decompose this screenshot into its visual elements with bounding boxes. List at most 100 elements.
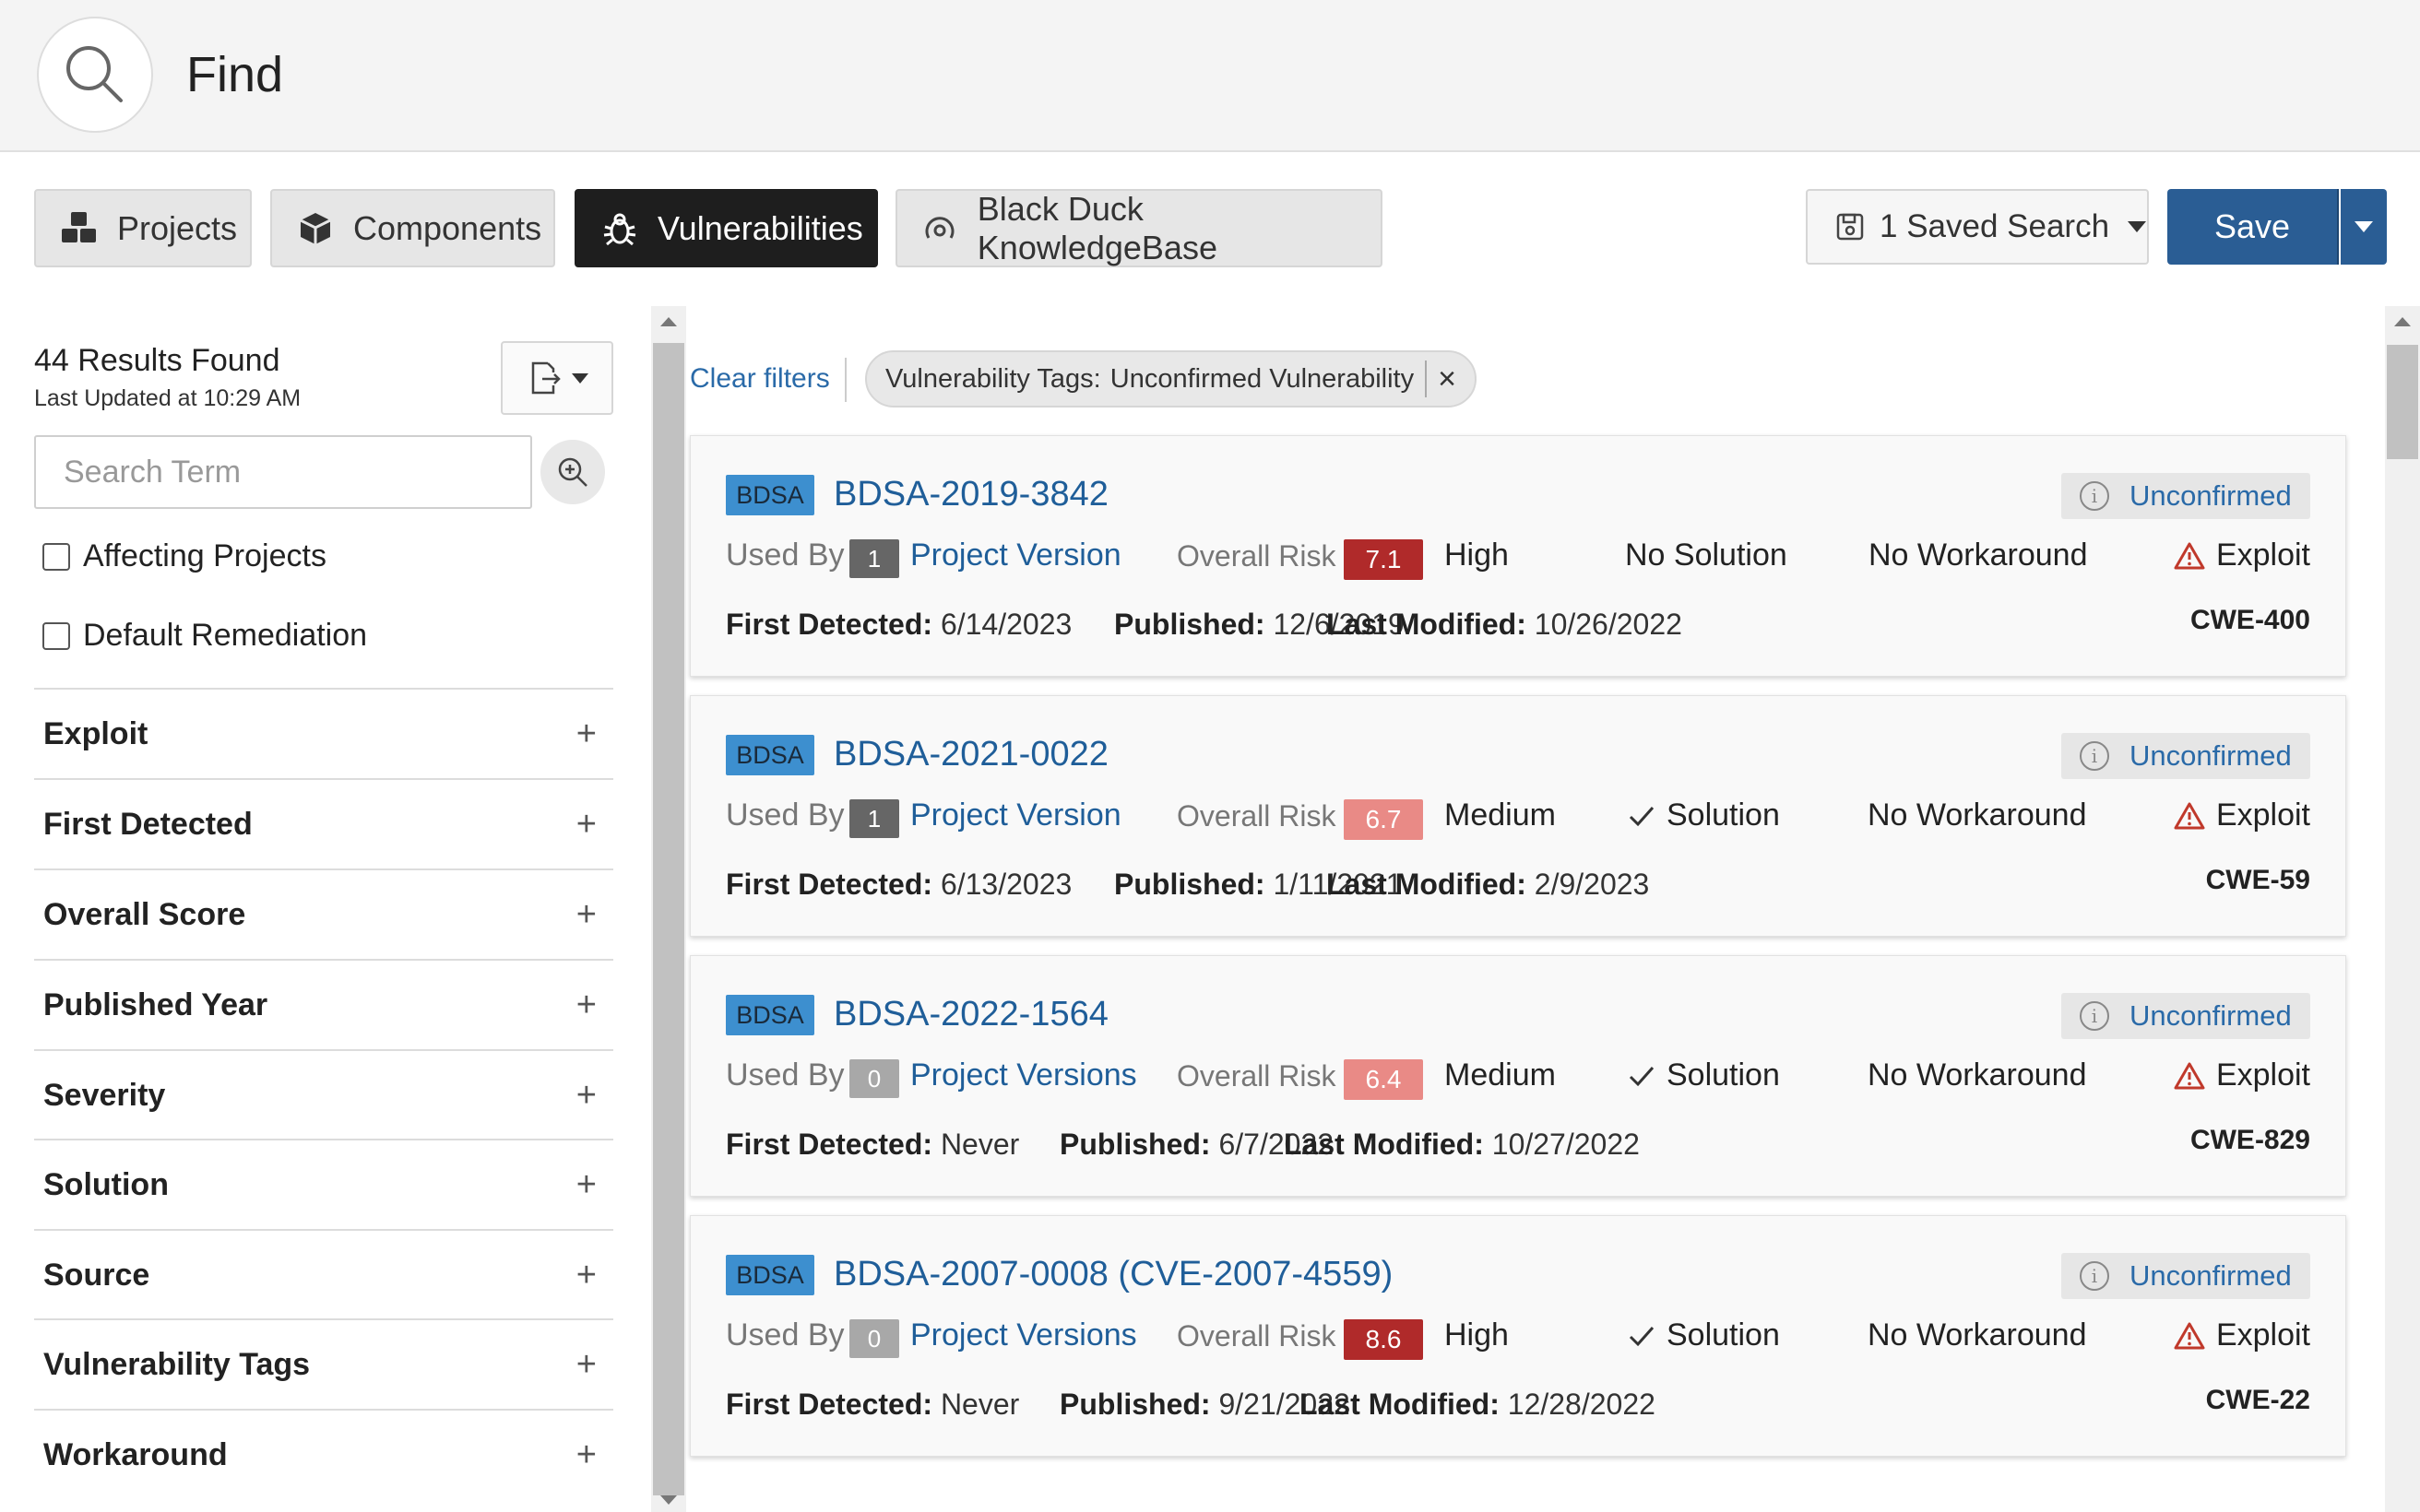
tag-label: Unconfirmed xyxy=(2129,739,2292,772)
scroll-up-icon[interactable] xyxy=(660,317,677,326)
close-icon[interactable]: × xyxy=(1438,361,1456,397)
project-version-link[interactable]: Project Version xyxy=(910,537,1121,573)
used-by-count-badge: 1 xyxy=(849,539,899,578)
plus-icon[interactable]: + xyxy=(576,805,597,845)
first-detected-value: Never xyxy=(940,1388,1020,1421)
vulnerability-id-link[interactable]: BDSA-2007-0008 (CVE-2007-4559) xyxy=(834,1255,1393,1294)
caret-down-icon xyxy=(572,372,588,384)
last-modified-value: 10/26/2022 xyxy=(1534,608,1682,641)
plus-icon[interactable]: + xyxy=(576,1256,597,1295)
source-badge: BDSA xyxy=(726,735,814,775)
first-detected-label: First Detected: xyxy=(726,1128,933,1161)
save-button[interactable]: Save xyxy=(2167,189,2339,265)
vulnerability-card[interactable]: BDSA BDSA-2021-0022 i Unconfirmed Used B… xyxy=(690,695,2346,937)
last-modified-value: 10/27/2022 xyxy=(1491,1128,1640,1161)
unconfirmed-tag[interactable]: i Unconfirmed xyxy=(2061,473,2310,519)
search-icon[interactable] xyxy=(37,17,153,133)
saved-search-dropdown[interactable]: 1 Saved Search xyxy=(1806,189,2149,265)
first-detected-value: 6/13/2023 xyxy=(940,868,1073,901)
saved-search-label: 1 Saved Search xyxy=(1880,208,2110,244)
sidebar-scrollbar[interactable] xyxy=(651,306,686,1512)
plus-icon[interactable]: + xyxy=(576,986,597,1025)
plus-icon[interactable]: + xyxy=(576,1165,597,1205)
floppy-icon xyxy=(1835,212,1865,242)
tab-black-duck-knowledgebase[interactable]: Black Duck KnowledgeBase xyxy=(896,189,1382,267)
unconfirmed-tag[interactable]: i Unconfirmed xyxy=(2061,993,2310,1039)
scrollbar-thumb[interactable] xyxy=(653,343,684,1495)
workaround-status: No Workaround xyxy=(1868,1057,2087,1093)
clear-filters-link[interactable]: Clear filters xyxy=(690,363,830,395)
first-detected: First Detected: 6/14/2023 xyxy=(726,608,1072,642)
checkbox-label: Default Remediation xyxy=(83,618,368,653)
scroll-up-icon[interactable] xyxy=(2394,317,2411,326)
solution-status: Solution xyxy=(1628,1317,1780,1353)
solution-label: No Solution xyxy=(1625,537,1787,573)
cube-icon xyxy=(296,209,335,248)
search-submit-button[interactable] xyxy=(540,440,605,504)
tag-label: Unconfirmed xyxy=(2129,1259,2292,1292)
results-scrollbar[interactable] xyxy=(2385,306,2420,1512)
vulnerability-id-link[interactable]: BDSA-2022-1564 xyxy=(834,995,1109,1034)
facet-first-detected[interactable]: First Detected + xyxy=(34,778,613,868)
vulnerability-card[interactable]: BDSA BDSA-2007-0008 (CVE-2007-4559) i Un… xyxy=(690,1215,2346,1457)
facet-exploit[interactable]: Exploit + xyxy=(34,688,613,778)
facet-solution[interactable]: Solution + xyxy=(34,1139,613,1229)
tab-components[interactable]: Components xyxy=(270,189,555,267)
facet-source[interactable]: Source + xyxy=(34,1229,613,1319)
facet-vulnerability-tags[interactable]: Vulnerability Tags + xyxy=(34,1318,613,1409)
divider xyxy=(1425,360,1428,397)
cwe-id: CWE-829 xyxy=(2189,1125,2310,1155)
vulnerability-card[interactable]: BDSA BDSA-2019-3842 i Unconfirmed Used B… xyxy=(690,435,2346,677)
facet-severity[interactable]: Severity + xyxy=(34,1049,613,1140)
last-modified-value: 12/28/2022 xyxy=(1507,1388,1655,1421)
default-remediation-checkbox[interactable] xyxy=(42,621,70,650)
check-icon xyxy=(1628,1324,1655,1348)
plus-icon[interactable]: + xyxy=(576,1345,597,1385)
facet-label: Source xyxy=(43,1257,150,1293)
tag-label: Unconfirmed xyxy=(2129,999,2292,1032)
filter-chip-name: Vulnerability Tags: xyxy=(885,363,1101,394)
results-count: 44 Results Found xyxy=(34,343,280,378)
facet-published-year[interactable]: Published Year + xyxy=(34,959,613,1049)
vulnerability-card[interactable]: BDSA BDSA-2022-1564 i Unconfirmed Used B… xyxy=(690,955,2346,1197)
export-button[interactable] xyxy=(501,341,613,415)
used-by-count-badge: 1 xyxy=(849,799,899,838)
unconfirmed-tag[interactable]: i Unconfirmed xyxy=(2061,1253,2310,1299)
affecting-projects-checkbox[interactable] xyxy=(42,542,70,571)
vulnerability-id-link[interactable]: BDSA-2019-3842 xyxy=(834,475,1109,514)
used-by-count-badge: 0 xyxy=(849,1319,899,1358)
facet-label: Vulnerability Tags xyxy=(43,1346,311,1382)
tab-vulnerabilities[interactable]: Vulnerabilities xyxy=(575,189,878,267)
risk-score-badge: 7.1 xyxy=(1344,539,1423,580)
risk-level: High xyxy=(1444,537,1509,573)
first-detected-label: First Detected: xyxy=(726,868,933,901)
vulnerability-id-link[interactable]: BDSA-2021-0022 xyxy=(834,735,1109,774)
scroll-down-icon[interactable] xyxy=(660,1495,677,1505)
tab-projects[interactable]: Projects xyxy=(34,189,252,267)
unconfirmed-tag[interactable]: i Unconfirmed xyxy=(2061,733,2310,779)
workaround-status: No Workaround xyxy=(1868,797,2087,833)
exploit-status: Exploit xyxy=(2174,1057,2310,1093)
scrollbar-thumb[interactable] xyxy=(2387,345,2418,459)
risk-score-badge: 6.4 xyxy=(1344,1059,1423,1100)
cubes-icon xyxy=(60,209,99,248)
info-icon: i xyxy=(2080,481,2109,511)
divider xyxy=(845,358,847,402)
default-remediation-checkbox-row[interactable]: Default Remediation xyxy=(42,618,367,654)
plus-icon[interactable]: + xyxy=(576,1076,597,1116)
plus-icon[interactable]: + xyxy=(576,715,597,754)
plus-icon[interactable]: + xyxy=(576,1435,597,1475)
project-version-link[interactable]: Project Versions xyxy=(910,1317,1137,1353)
save-options-button[interactable] xyxy=(2341,189,2387,265)
info-icon: i xyxy=(2080,1001,2109,1031)
knowledgebase-icon xyxy=(921,209,959,248)
project-version-link[interactable]: Project Version xyxy=(910,797,1121,833)
affecting-projects-checkbox-row[interactable]: Affecting Projects xyxy=(42,538,326,574)
plus-icon[interactable]: + xyxy=(576,895,597,935)
tab-label: Components xyxy=(353,208,542,247)
search-input[interactable] xyxy=(34,435,532,509)
facet-workaround[interactable]: Workaround + xyxy=(34,1409,613,1499)
last-modified: Last Modified: 12/28/2022 xyxy=(1299,1388,1655,1422)
facet-overall-score[interactable]: Overall Score + xyxy=(34,868,613,959)
project-version-link[interactable]: Project Versions xyxy=(910,1057,1137,1093)
